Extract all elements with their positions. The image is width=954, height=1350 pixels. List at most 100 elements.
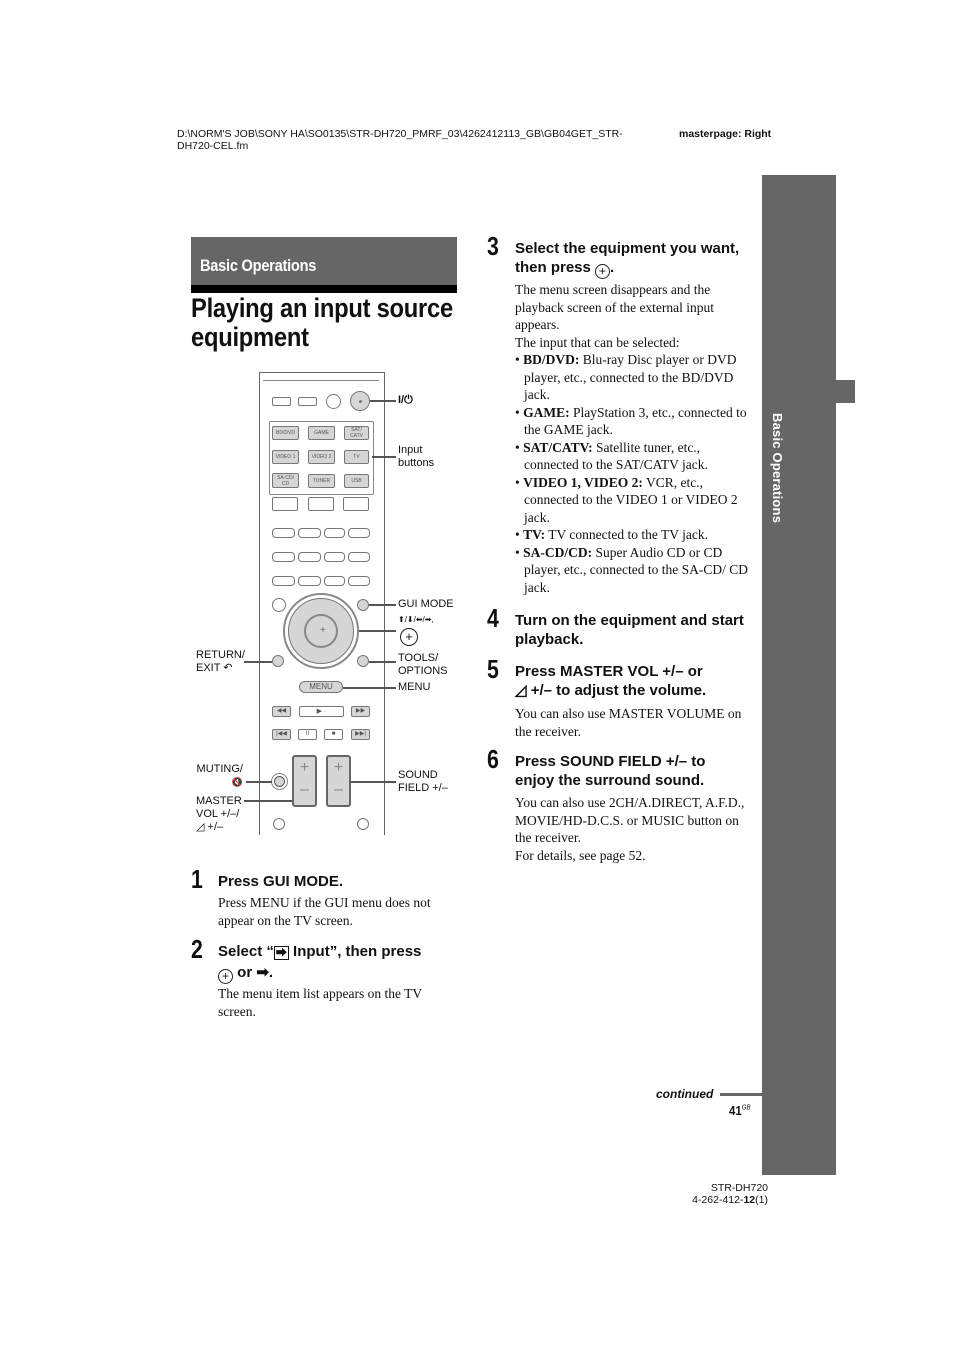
callout-line bbox=[369, 661, 396, 663]
remote-button bbox=[324, 576, 345, 586]
callout-line bbox=[244, 800, 292, 802]
page-suffix: GB bbox=[741, 1104, 751, 1112]
continued-line bbox=[720, 1093, 763, 1096]
callout-line bbox=[343, 687, 396, 689]
menu-label: MENU bbox=[398, 681, 431, 693]
tools-label-line1: TOOLS/ bbox=[398, 652, 439, 664]
remote-button bbox=[343, 497, 369, 511]
muting-label: MUTING/ 🔇 bbox=[195, 763, 243, 789]
callout-line bbox=[370, 400, 396, 402]
rewind-button: ◀◀ bbox=[272, 706, 291, 717]
return-label-line1: RETURN/ bbox=[196, 649, 245, 661]
remote-round-button bbox=[357, 818, 369, 830]
stop-button: ■ bbox=[324, 729, 343, 740]
file-path: D:\NORM'S JOB\SONY HA\SO0135\STR-DH720_P… bbox=[177, 128, 623, 152]
step-heading: Press SOUND FIELD +/– to enjoy the surro… bbox=[515, 753, 706, 789]
input-button-video1: VIDEO 1 bbox=[272, 450, 299, 464]
remote-button bbox=[324, 552, 345, 562]
step-body: The menu screen disappears and the playb… bbox=[515, 281, 757, 596]
callout-line bbox=[351, 781, 396, 783]
step-number: 6 bbox=[487, 744, 499, 774]
page-title-line2: equipment bbox=[191, 322, 309, 352]
remote-button bbox=[298, 552, 321, 562]
remote-button bbox=[348, 552, 370, 562]
master-vol-label: MASTER VOL +/–/ ◿ +/– bbox=[196, 795, 242, 834]
sound-field-rocker: + – bbox=[326, 755, 351, 807]
part-number: 4-262-412-12(1) bbox=[660, 1194, 768, 1206]
remote-button bbox=[272, 552, 295, 562]
masterpage-label: masterpage: Right bbox=[679, 128, 772, 140]
input-buttons-label-line2: buttons bbox=[398, 457, 435, 469]
file-path-line1: D:\NORM'S JOB\SONY HA\SO0135\STR-DH720_P… bbox=[177, 128, 623, 140]
item-term: VIDEO 1, VIDEO 2: bbox=[523, 474, 643, 490]
input-list-item: • SAT/CATV: Satellite tuner, etc., conne… bbox=[515, 439, 708, 473]
gui-mode-button bbox=[357, 599, 369, 611]
remote-button bbox=[298, 576, 321, 586]
page-number-value: 41 bbox=[729, 1103, 742, 1118]
step-heading-part: Select “ bbox=[218, 943, 274, 960]
muting-label-line1: MUTING/ bbox=[196, 763, 243, 775]
step-heading-part: or ➡. bbox=[233, 964, 274, 981]
arrows-label: ⬆/⬇/⬅/➡, bbox=[398, 615, 434, 624]
power-label: I/⏻ bbox=[398, 394, 413, 406]
step-heading-line2: then press bbox=[515, 259, 591, 276]
model-footer: STR-DH720 4-262-412-12(1) bbox=[660, 1182, 768, 1206]
step-number: 3 bbox=[487, 231, 499, 261]
item-term: BD/DVD: bbox=[523, 352, 580, 367]
step-number: 5 bbox=[487, 654, 499, 684]
enter-icon: + bbox=[218, 969, 233, 984]
step-body-para: The menu screen disappears and the playb… bbox=[515, 282, 715, 332]
master-label-line3: ◿ +/– bbox=[196, 821, 224, 833]
continued-label: continued bbox=[656, 1087, 714, 1101]
remote-button bbox=[272, 397, 291, 406]
callout-line bbox=[372, 456, 396, 458]
master-label-line2: VOL +/–/ bbox=[196, 808, 240, 820]
play-button: ▶ · bbox=[299, 706, 344, 717]
sidebar-section-label: Basic Operations bbox=[770, 413, 785, 524]
item-desc: TV connected to the TV jack. bbox=[545, 527, 708, 542]
page-number: 41GB bbox=[729, 1103, 751, 1118]
input-button-tuner: TUNER bbox=[308, 474, 335, 488]
item-term: SA-CD/CD: bbox=[523, 544, 593, 560]
input-list-item: • TV: TV connected to the TV jack. bbox=[515, 527, 708, 542]
muting-icon: 🔇 bbox=[231, 777, 243, 787]
tools-label-line2: OPTIONS bbox=[398, 665, 448, 677]
sound-label-line1: SOUND bbox=[398, 769, 438, 781]
gui-mode-label: GUI MODE bbox=[398, 598, 454, 610]
input-list-item: • SA-CD/CD: Super Audio CD or CD player,… bbox=[515, 544, 749, 595]
return-label-line2: EXIT ↶ bbox=[196, 662, 233, 674]
return-exit-label: RETURN/ EXIT ↶ bbox=[196, 649, 245, 675]
master-label-line1: MASTER bbox=[196, 795, 242, 807]
step-heading: Select the equipment you want, then pres… bbox=[515, 239, 760, 279]
fast-forward-button: ▶▶ bbox=[351, 706, 370, 717]
input-buttons-label-line1: Input bbox=[398, 444, 423, 456]
remote-button bbox=[324, 528, 345, 538]
enter-icon: + bbox=[595, 264, 611, 279]
item-term: TV: bbox=[523, 527, 546, 542]
page-title: Playing an input source equipment bbox=[191, 294, 473, 352]
remote-round-button bbox=[272, 598, 286, 612]
tools-options-label: TOOLS/ OPTIONS bbox=[398, 652, 448, 678]
page-title-line1: Playing an input source bbox=[191, 293, 453, 323]
remote-button bbox=[272, 528, 295, 538]
input-button-bd-dvd: BD/DVD bbox=[272, 426, 299, 440]
step-heading: Press MASTER VOL +/– or ◿ +/– to adjust … bbox=[515, 662, 760, 700]
power-button bbox=[350, 391, 370, 411]
step-body: The menu item list appears on the TV scr… bbox=[218, 986, 422, 1019]
menu-button: MENU bbox=[299, 681, 343, 693]
step-body-para: You can also use 2CH/A.DIRECT, A.F.D., M… bbox=[515, 795, 745, 845]
step-body-para: For details, see page 52. bbox=[515, 847, 646, 863]
input-list-item: • BD/DVD: Blu-ray Disc player or DVD pla… bbox=[515, 352, 737, 402]
remote-button bbox=[308, 497, 334, 511]
next-button: ▶▶| bbox=[351, 729, 370, 740]
model-name: STR-DH720 bbox=[710, 1182, 768, 1194]
section-sidebar bbox=[762, 175, 836, 1175]
step-heading-line2: ◿ +/– to adjust the volume. bbox=[515, 682, 707, 699]
step-body-para: The input that can be selected: bbox=[515, 334, 680, 350]
input-list: • BD/DVD: Blu-ray Disc player or DVD pla… bbox=[515, 351, 757, 596]
section-rule bbox=[191, 285, 457, 293]
callout-line bbox=[246, 781, 272, 783]
input-button-game: GAME bbox=[308, 426, 335, 440]
input-icon: ⮕ bbox=[273, 946, 289, 960]
step-heading: Select “⮕ Input”, then press + or ➡. bbox=[218, 942, 458, 984]
